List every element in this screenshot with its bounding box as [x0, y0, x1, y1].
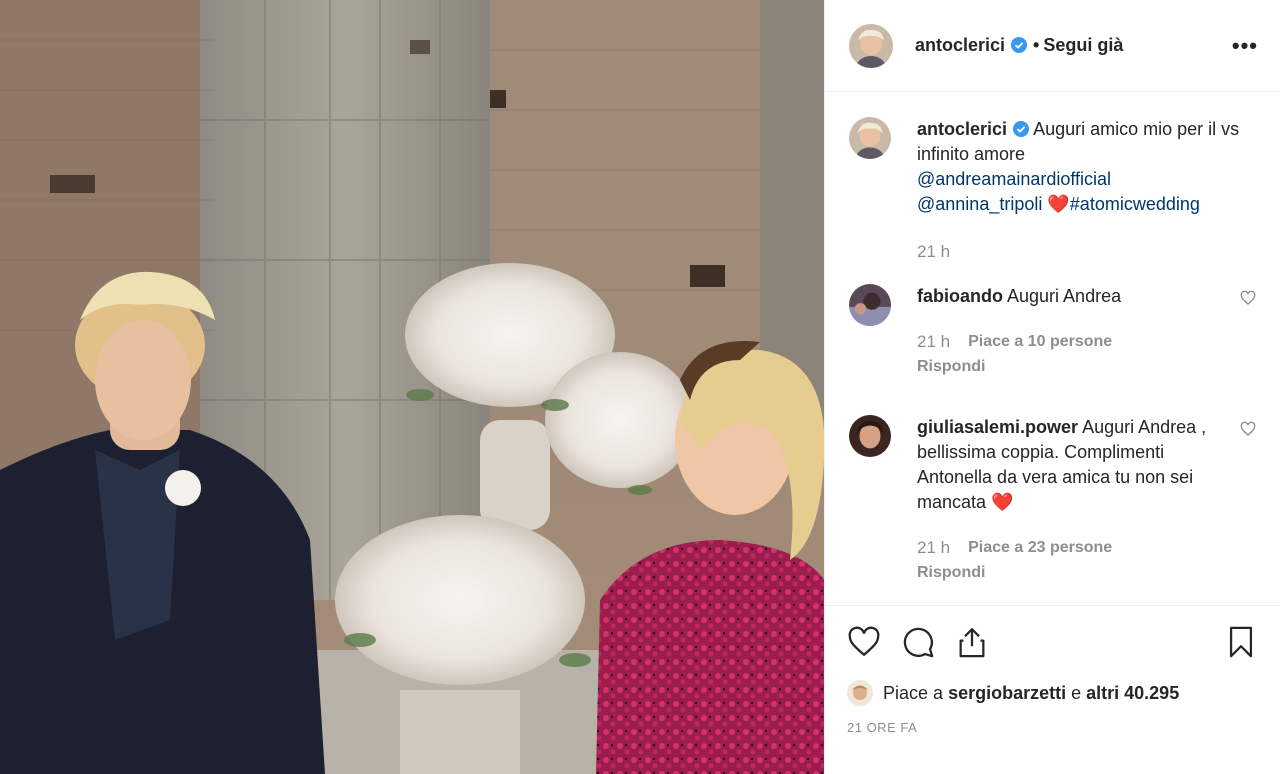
caption-username[interactable]: antoclerici: [917, 119, 1007, 139]
reply-button[interactable]: Rispondi: [917, 354, 1232, 379]
comment-username[interactable]: giuliasalemi.power: [917, 417, 1078, 437]
comment-time[interactable]: 21 h: [917, 535, 950, 560]
caption-time[interactable]: 21 h: [917, 239, 950, 264]
heart-icon[interactable]: [847, 625, 881, 659]
mention-link[interactable]: @annina_tripoli: [917, 194, 1042, 214]
action-icons: [847, 622, 1258, 662]
likes-prefix: Piace a: [883, 682, 944, 703]
comment-username[interactable]: fabioando: [917, 286, 1003, 306]
post-timestamp[interactable]: 21 ORE FA: [847, 720, 1258, 735]
reply-button[interactable]: Rispondi: [917, 560, 1232, 585]
comment-like-heart-icon[interactable]: [1240, 421, 1256, 437]
likes-user[interactable]: sergiobarzetti: [948, 683, 1066, 704]
verified-badge-icon: [1011, 37, 1028, 53]
heart-emoji: ❤️: [991, 492, 1014, 512]
verified-badge-icon: [1013, 121, 1030, 137]
comment-body: giuliasalemi.power Auguri Andrea , belli…: [917, 415, 1232, 585]
commenter-avatar[interactable]: [849, 284, 891, 326]
share-icon[interactable]: [955, 625, 989, 659]
post-photo[interactable]: [0, 0, 824, 774]
comment-likes[interactable]: Piace a 23 persone: [968, 535, 1112, 560]
caption-body: antoclerici Auguri amico mio per il vs i…: [917, 117, 1256, 264]
comment-item: fabioando Auguri Andrea 21 h Piace a 10 …: [849, 284, 1256, 379]
follow-status-button[interactable]: Segui già: [1043, 35, 1123, 56]
author-username[interactable]: antoclerici: [915, 35, 1028, 56]
author-avatar[interactable]: [849, 23, 893, 68]
comment-body: fabioando Auguri Andrea 21 h Piace a 10 …: [917, 284, 1232, 379]
comment-icon[interactable]: [901, 625, 935, 659]
comment-time[interactable]: 21 h: [917, 329, 950, 354]
more-options-icon[interactable]: •••: [1232, 33, 1258, 59]
comments-list[interactable]: antoclerici Auguri amico mio per il vs i…: [825, 93, 1280, 605]
comment-text: Auguri Andrea: [1007, 286, 1122, 306]
heart-emoji: ❤️: [1047, 194, 1070, 214]
hashtag-link[interactable]: #atomicwedding: [1070, 194, 1200, 214]
comment-item: giuliasalemi.power Auguri Andrea , belli…: [849, 415, 1256, 585]
post-sidebar: antoclerici • Segui già ••• antoclerici …: [824, 0, 1280, 774]
comment-likes[interactable]: Piace a 10 persone: [968, 329, 1112, 354]
liker-avatar[interactable]: [847, 680, 873, 706]
author-username-text[interactable]: antoclerici: [915, 35, 1005, 55]
post-actions: Piace a sergiobarzetti e altri 40.295 21…: [825, 605, 1280, 735]
comment-like-heart-icon[interactable]: [1240, 290, 1256, 306]
likes-summary[interactable]: Piace a sergiobarzetti e altri 40.295: [847, 680, 1258, 706]
caption-row: antoclerici Auguri amico mio per il vs i…: [849, 117, 1256, 264]
header-separator: •: [1033, 35, 1040, 55]
caption-avatar[interactable]: [849, 117, 891, 159]
commenter-avatar[interactable]: [849, 415, 891, 457]
mention-link[interactable]: @andreamainardiofficial: [917, 169, 1111, 189]
bookmark-icon[interactable]: [1224, 625, 1258, 659]
likes-others[interactable]: altri 40.295: [1086, 683, 1179, 704]
post-header: antoclerici • Segui già •••: [825, 0, 1280, 92]
wedding-photo: [0, 0, 824, 774]
likes-middle: e: [1071, 682, 1082, 703]
